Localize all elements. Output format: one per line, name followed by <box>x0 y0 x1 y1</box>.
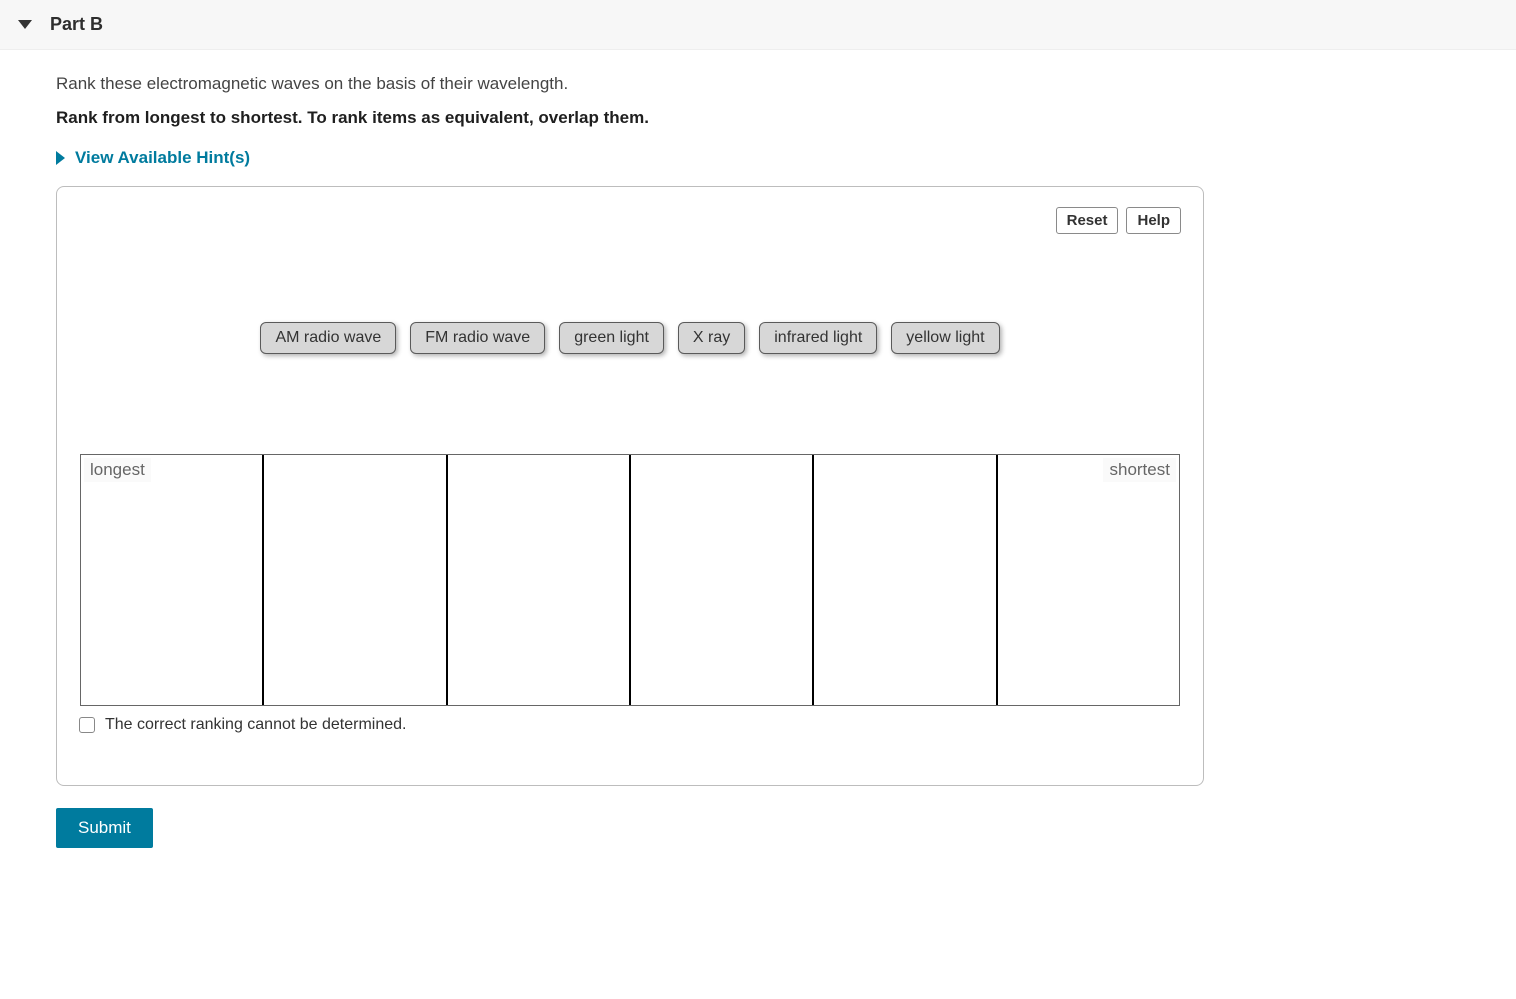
rank-slot[interactable]: longest <box>81 455 264 705</box>
draggable-item[interactable]: yellow light <box>891 322 999 354</box>
draggable-item[interactable]: green light <box>559 322 664 354</box>
rank-left-label: longest <box>84 458 151 482</box>
panel-toolbar: Reset Help <box>79 207 1181 234</box>
help-button[interactable]: Help <box>1126 207 1181 234</box>
question-prompt: Rank these electromagnetic waves on the … <box>56 74 1204 94</box>
submit-row: Submit <box>56 808 1204 848</box>
draggable-items-pool: AM radio wave FM radio wave green light … <box>79 322 1181 354</box>
rank-slot[interactable] <box>631 455 814 705</box>
rank-slot[interactable] <box>814 455 997 705</box>
view-hints-toggle[interactable]: View Available Hint(s) <box>56 148 250 168</box>
ranking-panel: Reset Help AM radio wave FM radio wave g… <box>56 186 1204 786</box>
part-header: Part B <box>0 0 1516 50</box>
rank-slot[interactable] <box>264 455 447 705</box>
rank-container-wrapper: longest shortest <box>80 454 1180 706</box>
cannot-determine-row: The correct ranking cannot be determined… <box>79 716 1181 734</box>
reset-button[interactable]: Reset <box>1056 207 1119 234</box>
draggable-item[interactable]: X ray <box>678 322 745 354</box>
draggable-item[interactable]: FM radio wave <box>410 322 545 354</box>
chevron-right-icon <box>56 151 65 165</box>
hints-label: View Available Hint(s) <box>75 148 250 168</box>
question-instruction: Rank from longest to shortest. To rank i… <box>56 108 1204 128</box>
part-title: Part B <box>50 14 103 35</box>
rank-right-label: shortest <box>1103 458 1175 482</box>
cannot-determine-checkbox[interactable] <box>79 717 95 733</box>
submit-button[interactable]: Submit <box>56 808 153 848</box>
cannot-determine-label: The correct ranking cannot be determined… <box>105 716 407 734</box>
rank-slot[interactable]: shortest <box>998 455 1179 705</box>
rank-slot[interactable] <box>448 455 631 705</box>
content-area: Rank these electromagnetic waves on the … <box>0 50 1260 888</box>
draggable-item[interactable]: AM radio wave <box>260 322 396 354</box>
collapse-icon[interactable] <box>18 20 32 29</box>
draggable-item[interactable]: infrared light <box>759 322 877 354</box>
rank-drop-zone[interactable]: longest shortest <box>80 454 1180 706</box>
